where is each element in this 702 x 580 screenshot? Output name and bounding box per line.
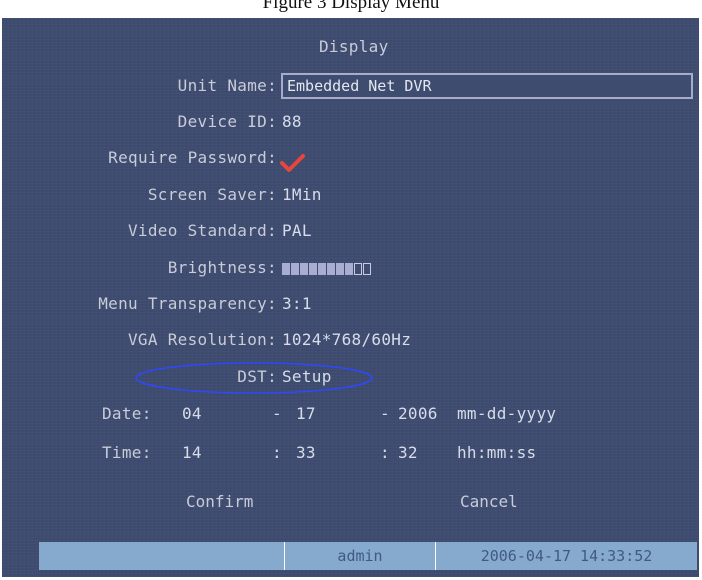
dst-label: DST: bbox=[237, 367, 277, 386]
date-format-label: mm-dd-yyyy bbox=[457, 404, 557, 423]
device-id-field[interactable]: 88 bbox=[282, 112, 302, 132]
cancel-button[interactable]: Cancel bbox=[460, 492, 518, 512]
screen-saver-label: Screen Saver: bbox=[147, 185, 277, 204]
status-bar-datetime: 2006-04-17 14:33:52 bbox=[436, 542, 697, 570]
video-standard-field[interactable]: PAL bbox=[282, 221, 312, 241]
brightness-segment bbox=[354, 263, 362, 275]
vga-resolution-field[interactable]: 1024*768/60Hz bbox=[282, 330, 411, 350]
menu-transparency-label: Menu Transparency: bbox=[98, 294, 277, 313]
confirm-button[interactable]: Confirm bbox=[186, 492, 253, 512]
brightness-segment bbox=[291, 263, 299, 275]
vga-resolution-label: VGA Resolution: bbox=[128, 330, 277, 349]
status-bar-blank bbox=[39, 542, 285, 570]
brightness-segment bbox=[309, 263, 317, 275]
unit-name-input[interactable]: Embedded Net DVR bbox=[281, 73, 693, 99]
date-label: Date: bbox=[102, 404, 152, 423]
time-separator: : bbox=[380, 443, 390, 462]
brightness-segment bbox=[300, 263, 308, 275]
date-separator: - bbox=[380, 404, 390, 423]
brightness-segment bbox=[336, 263, 344, 275]
dst-setup-button[interactable]: Setup bbox=[282, 367, 332, 387]
time-separator: : bbox=[272, 443, 282, 462]
time-minute-field[interactable]: 33 bbox=[296, 443, 316, 463]
date-separator: - bbox=[272, 404, 282, 423]
status-bar: admin 2006-04-17 14:33:52 bbox=[39, 542, 697, 570]
date-month-field[interactable]: 04 bbox=[182, 404, 202, 424]
status-bar-user: admin bbox=[285, 542, 436, 570]
menu-title: Display bbox=[319, 37, 389, 56]
date-year-field[interactable]: 2006 bbox=[398, 404, 438, 424]
dvr-display-menu: Display Unit Name: Embedded Net DVR Devi… bbox=[2, 18, 699, 577]
time-label: Time: bbox=[102, 443, 152, 462]
video-standard-label: Video Standard: bbox=[128, 221, 277, 240]
brightness-segment bbox=[318, 263, 326, 275]
time-second-field[interactable]: 32 bbox=[398, 443, 418, 463]
time-hour-field[interactable]: 14 bbox=[182, 443, 202, 463]
brightness-segment bbox=[345, 263, 353, 275]
caption-text: Figure 3 Display Menu bbox=[262, 0, 440, 13]
date-day-field[interactable]: 17 bbox=[296, 404, 316, 424]
check-icon[interactable] bbox=[279, 152, 305, 174]
device-id-label: Device ID: bbox=[177, 112, 277, 131]
require-password-label: Require Password: bbox=[108, 148, 277, 167]
menu-transparency-field[interactable]: 3:1 bbox=[282, 294, 312, 314]
time-format-label: hh:mm:ss bbox=[457, 443, 537, 462]
brightness-segment bbox=[363, 263, 371, 275]
brightness-label: Brightness: bbox=[167, 258, 277, 277]
brightness-segment bbox=[327, 263, 335, 275]
brightness-slider[interactable] bbox=[282, 263, 371, 275]
screen-saver-field[interactable]: 1Min bbox=[282, 185, 322, 205]
brightness-segment bbox=[282, 263, 290, 275]
unit-name-label: Unit Name: bbox=[177, 76, 277, 95]
